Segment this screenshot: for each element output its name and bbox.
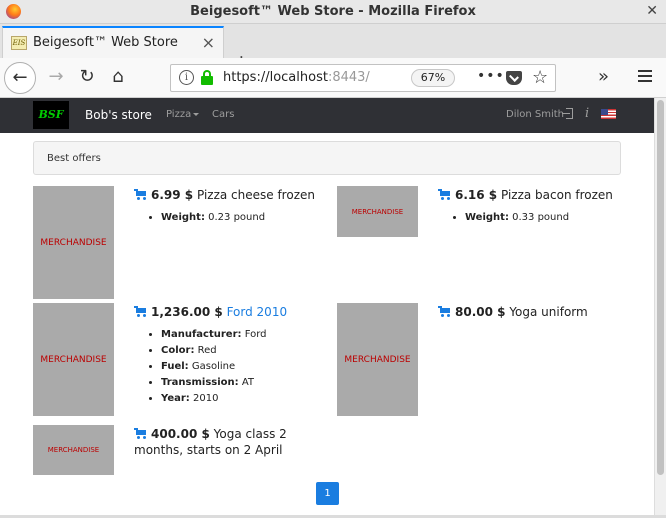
url-text[interactable]: https://localhost:8443/ xyxy=(223,70,383,85)
attribute-item: Color: Red xyxy=(161,343,324,359)
product-image[interactable]: MERCHANDISE xyxy=(33,303,114,416)
panel-title: Best offers xyxy=(47,153,101,164)
product-name: Pizza cheese frozen xyxy=(196,188,315,202)
page-info-icon[interactable]: i xyxy=(179,70,194,85)
user-name[interactable]: Dilon Smith xyxy=(506,109,564,120)
tab-beigesoft[interactable]: EIS Beigesoft™ Web Store × xyxy=(2,26,224,58)
product-item: 80.00 $ Yoga uniform xyxy=(438,305,638,319)
url-bar[interactable]: i https://localhost:8443/ 67% ••• ☆ xyxy=(170,64,556,92)
attribute-item: Weight: 0.33 pound xyxy=(465,210,638,226)
store-logo[interactable]: BSF xyxy=(33,101,69,129)
web-page: BSF Bob's store Pizza Cars Dilon Smith i… xyxy=(0,98,654,516)
product-price: 6.16 $ xyxy=(455,188,498,202)
site-favicon-icon: EIS xyxy=(11,36,27,50)
product-header: 1,236.00 $ Ford 2010 xyxy=(134,305,324,319)
product-item: 1,236.00 $ Ford 2010 Manufacturer: Ford … xyxy=(134,305,324,407)
product-price: 400.00 $ xyxy=(151,427,210,441)
window-title: Beigesoft™ Web Store - Mozilla Firefox xyxy=(190,4,476,19)
pocket-icon[interactable] xyxy=(506,71,522,85)
store-brand[interactable]: Bob's store xyxy=(85,108,152,122)
tab-close-icon[interactable]: × xyxy=(202,33,215,52)
attribute-item: Manufacturer: Ford xyxy=(161,327,324,343)
product-attributes: Weight: 0.33 pound xyxy=(465,210,638,226)
product-image[interactable]: MERCHANDISE xyxy=(337,303,418,416)
toolbar-overflow-icon[interactable]: » xyxy=(598,66,609,87)
product-name: Yoga class 2 xyxy=(213,427,287,441)
cart-icon[interactable] xyxy=(438,306,452,317)
pagination-page-1[interactable]: 1 xyxy=(316,482,339,505)
product-image[interactable]: MERCHANDISE xyxy=(33,425,114,475)
attribute-item: Fuel: Gasoline xyxy=(161,359,324,375)
product-attributes: Manufacturer: Ford Color: Red Fuel: Gaso… xyxy=(161,327,324,407)
site-navbar: BSF Bob's store Pizza Cars Dilon Smith i xyxy=(0,98,654,133)
product-name: Pizza bacon frozen xyxy=(500,188,613,202)
attribute-item: Transmission: AT xyxy=(161,375,324,391)
product-item: 6.99 $ Pizza cheese frozen Weight: 0.23 … xyxy=(134,188,324,226)
product-name: Yoga uniform xyxy=(509,305,588,319)
product-image[interactable]: MERCHANDISE xyxy=(33,186,114,299)
product-price: 1,236.00 $ xyxy=(151,305,223,319)
product-item: 400.00 $ Yoga class 2 months, starts on … xyxy=(134,426,314,458)
cart-icon[interactable] xyxy=(134,428,148,439)
window-close-icon[interactable]: ✕ xyxy=(646,3,658,19)
cart-icon[interactable] xyxy=(438,189,452,200)
back-button[interactable]: ← xyxy=(4,62,36,94)
nav-cars-link[interactable]: Cars xyxy=(212,109,234,120)
product-item: 6.16 $ Pizza bacon frozen Weight: 0.33 p… xyxy=(438,188,638,226)
cart-icon[interactable] xyxy=(134,306,148,317)
bookmark-star-icon[interactable]: ☆ xyxy=(532,67,548,88)
page-scrollbar[interactable] xyxy=(654,98,666,518)
url-host: https://localhost xyxy=(223,70,328,85)
secure-lock-icon xyxy=(201,70,213,85)
cart-icon[interactable] xyxy=(134,189,148,200)
home-button[interactable]: ⌂ xyxy=(102,62,134,94)
product-attributes: Weight: 0.23 pound xyxy=(161,210,324,226)
attribute-item: Weight: 0.23 pound xyxy=(161,210,324,226)
product-header: 6.99 $ Pizza cheese frozen xyxy=(134,188,324,202)
product-header: 6.16 $ Pizza bacon frozen xyxy=(438,188,638,202)
info-icon[interactable]: i xyxy=(585,106,589,121)
reload-button[interactable]: ↻ xyxy=(71,62,103,94)
zoom-indicator[interactable]: 67% xyxy=(411,69,455,87)
menu-hamburger-icon[interactable] xyxy=(638,70,652,82)
attribute-item: Year: 2010 xyxy=(161,391,324,407)
caret-down-icon xyxy=(193,112,200,116)
scrollbar-thumb[interactable] xyxy=(657,100,664,475)
product-price: 80.00 $ xyxy=(455,305,506,319)
best-offers-panel: Best offers xyxy=(33,141,621,175)
tab-label: Beigesoft™ Web Store xyxy=(33,35,178,50)
product-name-continued: months, starts on 2 April xyxy=(134,443,283,457)
window-titlebar: Beigesoft™ Web Store - Mozilla Firefox ✕ xyxy=(0,0,666,24)
tab-bar: EIS Beigesoft™ Web Store × + xyxy=(0,24,666,72)
product-image[interactable]: MERCHANDISE xyxy=(337,186,418,237)
product-header: 400.00 $ Yoga class 2 xyxy=(134,426,314,442)
product-header: 80.00 $ Yoga uniform xyxy=(438,305,638,319)
forward-button[interactable]: → xyxy=(40,62,72,94)
url-port: :8443/ xyxy=(327,70,370,85)
product-price: 6.99 $ xyxy=(151,188,194,202)
page-actions-icon[interactable]: ••• xyxy=(477,68,505,84)
logout-icon[interactable] xyxy=(562,108,574,120)
nav-pizza-dropdown[interactable]: Pizza xyxy=(166,109,200,120)
nav-pizza-label: Pizza xyxy=(166,109,192,120)
browser-navbar: ← → ↻ ⌂ i https://localhost:8443/ 67% ••… xyxy=(0,58,666,98)
product-name-link[interactable]: Ford 2010 xyxy=(227,305,288,319)
us-flag-icon[interactable] xyxy=(601,109,616,119)
